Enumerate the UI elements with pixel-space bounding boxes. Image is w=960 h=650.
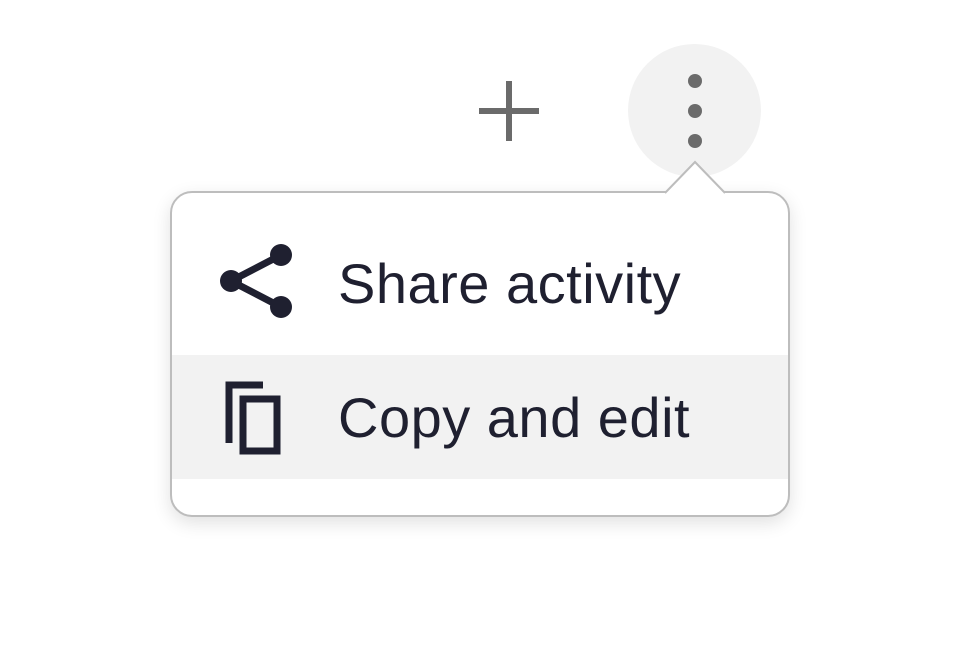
more-vertical-icon	[687, 73, 702, 148]
canvas: Share activity Copy and edit	[0, 0, 960, 650]
menu-caret	[664, 160, 726, 194]
plus-icon	[479, 81, 539, 141]
menu-item-copy-and-edit[interactable]: Copy and edit	[172, 355, 788, 479]
more-options-button[interactable]	[628, 44, 761, 177]
menu-item-label: Share activity	[338, 251, 682, 315]
copy-icon	[217, 377, 297, 457]
menu-item-share-activity[interactable]: Share activity	[172, 221, 788, 345]
share-icon	[217, 243, 297, 323]
menu-item-label: Copy and edit	[338, 385, 691, 449]
add-button[interactable]	[470, 72, 548, 150]
options-menu: Share activity Copy and edit	[170, 191, 790, 517]
